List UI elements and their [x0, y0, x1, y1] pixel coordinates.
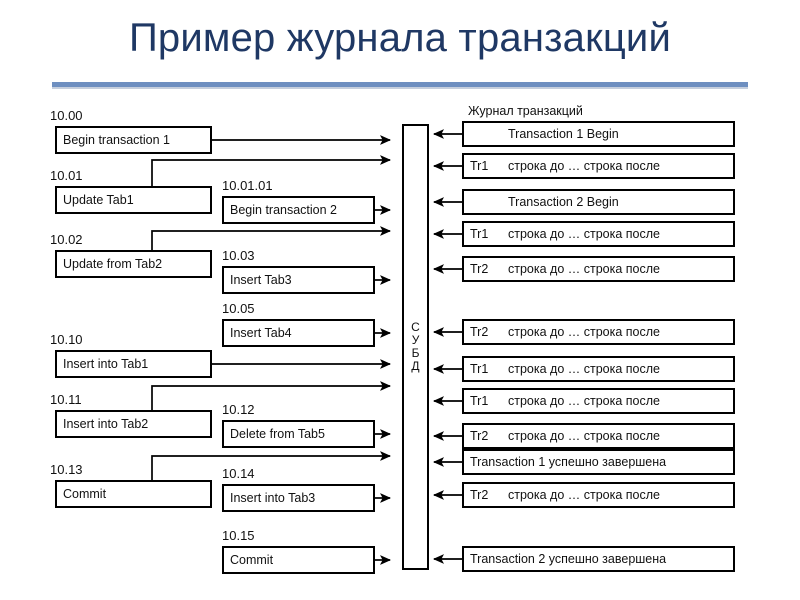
timestamp-mid-4: 10.14: [222, 466, 255, 481]
log-row-9-text: Transaction 1 успешно завершена: [470, 455, 667, 469]
transaction-log-diagram: 10.00 Begin transaction 1 10.01 Update T…: [0, 98, 800, 594]
log-row-10-text: строка до … строка после: [508, 488, 661, 502]
title-divider-secondary: [52, 87, 748, 89]
log-row-8-prefix: Tr2: [470, 429, 489, 443]
log-row-5-text: строка до … строка после: [508, 325, 661, 339]
log-row-6-text: строка до … строка после: [508, 362, 661, 376]
timestamp-mid-3: 10.12: [222, 402, 255, 417]
log-row-3-prefix: Tr1: [470, 227, 489, 241]
log-row-7[interactable]: Tr1 строка до … строка после: [462, 388, 735, 414]
log-row-3[interactable]: Tr1 строка до … строка после: [462, 221, 735, 247]
op-box-commit-tr2[interactable]: Commit: [222, 546, 375, 574]
log-row-1[interactable]: Tr1 строка до … строка после: [462, 153, 735, 179]
timestamp-left-2: 10.02: [50, 232, 83, 247]
dbms-char-3: Д: [411, 359, 420, 373]
log-row-0[interactable]: Transaction 1 Begin: [462, 121, 735, 147]
slide: Пример журнала транзакций 10.00 Begin tr…: [0, 0, 800, 600]
op-box-update-from-tab2[interactable]: Update from Tab2: [55, 250, 212, 278]
log-row-8[interactable]: Tr2 строка до … строка после: [462, 423, 735, 449]
op-box-insert-into-tab3[interactable]: Insert into Tab3: [222, 484, 375, 512]
op-box-insert-tab3[interactable]: Insert Tab3: [222, 266, 375, 294]
op-box-begin-transaction-2[interactable]: Begin transaction 2: [222, 196, 375, 224]
log-row-2-text: Transaction 2 Begin: [508, 195, 619, 209]
timestamp-left-3: 10.10: [50, 332, 83, 347]
op-box-update-tab1[interactable]: Update Tab1: [55, 186, 212, 214]
log-row-5[interactable]: Tr2 строка до … строка после: [462, 319, 735, 345]
op-box-commit-tr1[interactable]: Commit: [55, 480, 212, 508]
log-row-10[interactable]: Tr2 строка до … строка после: [462, 482, 735, 508]
timestamp-mid-5: 10.15: [222, 528, 255, 543]
timestamp-mid-0: 10.01.01: [222, 178, 273, 193]
timestamp-left-1: 10.01: [50, 168, 83, 183]
log-row-4-text: строка до … строка после: [508, 262, 661, 276]
log-row-7-text: строка до … строка после: [508, 394, 661, 408]
title-block: Пример журнала транзакций: [0, 14, 800, 62]
log-row-8-text: строка до … строка после: [508, 429, 661, 443]
log-row-1-prefix: Tr1: [470, 159, 489, 173]
log-row-11[interactable]: Transaction 2 успешно завершена: [462, 546, 735, 572]
timestamp-mid-2: 10.05: [222, 301, 255, 316]
op-box-delete-from-tab5[interactable]: Delete from Tab5: [222, 420, 375, 448]
timestamp-left-0: 10.00: [50, 108, 83, 123]
log-row-5-prefix: Tr2: [470, 325, 489, 339]
timestamp-left-5: 10.13: [50, 462, 83, 477]
op-box-insert-into-tab1[interactable]: Insert into Tab1: [55, 350, 212, 378]
page-title: Пример журнала транзакций: [128, 16, 672, 60]
log-row-6-prefix: Tr1: [470, 362, 489, 376]
log-header: Журнал транзакций: [468, 104, 583, 118]
log-row-2[interactable]: Transaction 2 Begin: [462, 189, 735, 215]
op-box-insert-tab4[interactable]: Insert Tab4: [222, 319, 375, 347]
log-row-4-prefix: Tr2: [470, 262, 489, 276]
log-row-10-prefix: Tr2: [470, 488, 489, 502]
op-box-insert-into-tab2[interactable]: Insert into Tab2: [55, 410, 212, 438]
dbms-box[interactable]: С У Б Д: [402, 124, 429, 570]
log-row-9[interactable]: Transaction 1 успешно завершена: [462, 449, 735, 475]
timestamp-mid-1: 10.03: [222, 248, 255, 263]
log-row-1-text: строка до … строка после: [508, 159, 661, 173]
log-row-7-prefix: Tr1: [470, 394, 489, 408]
log-row-0-text: Transaction 1 Begin: [508, 127, 619, 141]
log-row-3-text: строка до … строка после: [508, 227, 661, 241]
log-row-11-text: Transaction 2 успешно завершена: [470, 552, 667, 566]
log-row-4[interactable]: Tr2 строка до … строка после: [462, 256, 735, 282]
op-box-begin-transaction-1[interactable]: Begin transaction 1: [55, 126, 212, 154]
log-row-6[interactable]: Tr1 строка до … строка после: [462, 356, 735, 382]
timestamp-left-4: 10.11: [50, 392, 82, 407]
